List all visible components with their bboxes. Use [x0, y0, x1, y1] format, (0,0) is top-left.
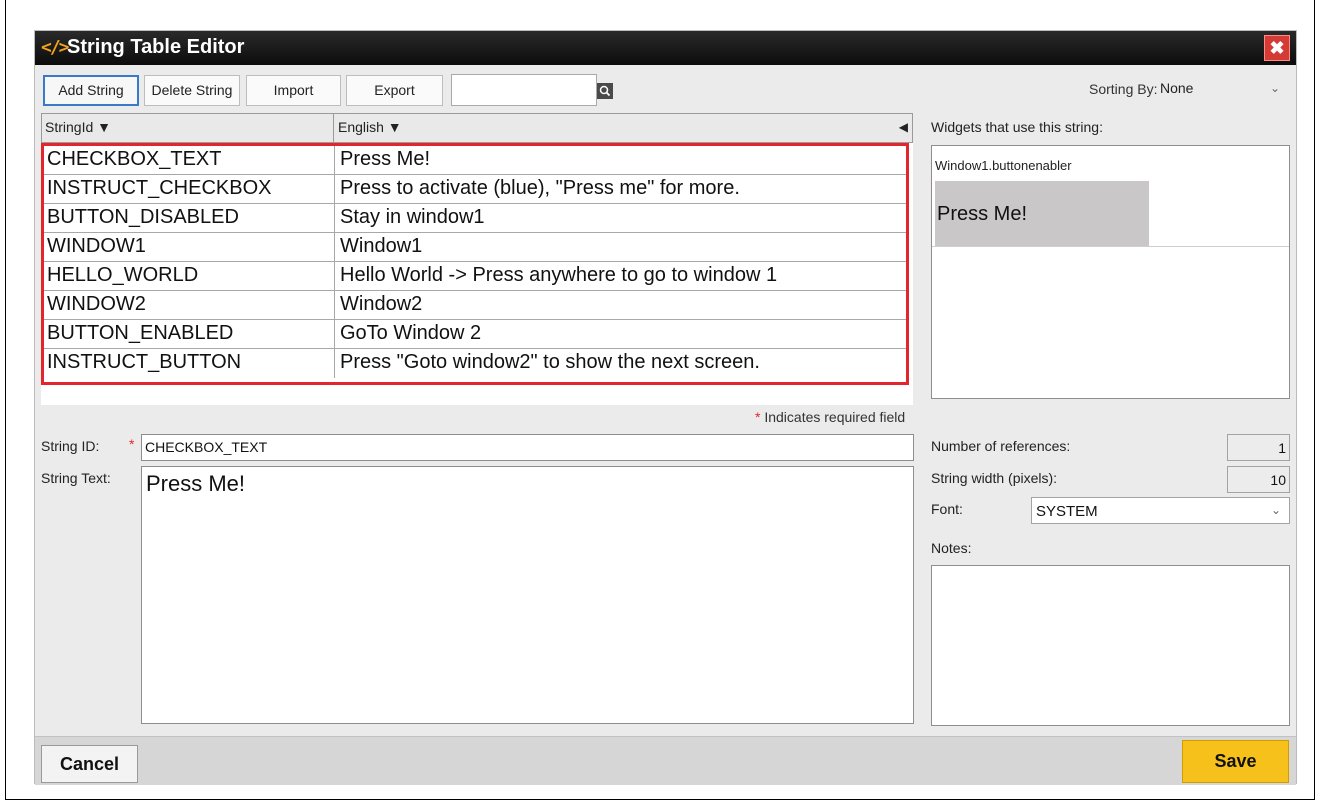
- close-button[interactable]: ✖: [1264, 35, 1290, 61]
- search-button[interactable]: [597, 83, 613, 99]
- import-button[interactable]: Import: [246, 75, 341, 106]
- font-value: SYSTEM: [1036, 503, 1098, 520]
- string-width-value: 10: [1227, 466, 1290, 493]
- cell-divider: [334, 262, 335, 291]
- row-english-text: GoTo Window 2: [340, 322, 482, 344]
- magnifier-icon: [599, 85, 611, 97]
- table-row[interactable]: BUTTON_DISABLED Stay in window1: [44, 204, 906, 233]
- row-english-text: Window1: [340, 235, 423, 257]
- delete-string-button[interactable]: Delete String: [144, 75, 240, 106]
- cell-divider: [334, 349, 335, 378]
- font-select[interactable]: SYSTEM ⌄: [1031, 497, 1290, 524]
- cell-divider: [334, 146, 335, 175]
- row-string-id: BUTTON_DISABLED: [47, 206, 239, 228]
- sort-label: Sorting By:: [1089, 81, 1158, 97]
- references-label: Number of references:: [931, 438, 1071, 454]
- string-id-input[interactable]: CHECKBOX_TEXT: [141, 434, 914, 461]
- table-row[interactable]: WINDOW1 Window1: [44, 233, 906, 262]
- chevron-down-icon: ⌄: [1270, 503, 1281, 517]
- table-row[interactable]: CHECKBOX_TEXT Press Me!: [44, 146, 906, 175]
- font-label: Font:: [931, 501, 963, 517]
- add-string-button[interactable]: Add String: [43, 75, 139, 106]
- widget-preview: Press Me!: [935, 181, 1149, 247]
- column-header-english[interactable]: English ▼: [338, 119, 402, 135]
- row-string-id: INSTRUCT_BUTTON: [47, 351, 242, 373]
- row-string-id: WINDOW1: [47, 235, 146, 257]
- table-row[interactable]: WINDOW2 Window2: [44, 291, 906, 320]
- cancel-button[interactable]: Cancel: [41, 745, 138, 783]
- cell-divider: [334, 175, 335, 204]
- required-field-note: * Indicates required field: [755, 409, 905, 425]
- string-id-label: String ID:: [41, 438, 100, 454]
- code-tag-icon: </>: [41, 37, 69, 58]
- string-table: StringId ▼ English ▼ ◀ CHECKBOX_TEXT Pres…: [41, 113, 913, 405]
- row-english-text: Hello World -> Press anywhere to go to w…: [340, 264, 778, 286]
- cell-divider: [334, 204, 335, 233]
- string-text-label: String Text:: [41, 470, 111, 486]
- notes-input[interactable]: [931, 565, 1290, 726]
- row-string-id: HELLO_WORLD: [47, 264, 199, 286]
- required-note-text: Indicates required field: [764, 409, 906, 425]
- dialog-title: String Table Editor: [67, 36, 245, 58]
- sort-value: None: [1160, 80, 1194, 96]
- widget-separator: [932, 246, 1289, 247]
- highlighted-rows: CHECKBOX_TEXT Press Me! INSTRUCT_CHECKBOX…: [41, 143, 909, 385]
- row-english-text: Press "Goto window2" to show the next sc…: [340, 351, 760, 373]
- row-english-text: Press Me!: [340, 148, 431, 170]
- column-header-stringid[interactable]: StringId ▼: [45, 119, 111, 135]
- collapse-arrow-icon[interactable]: ◀: [899, 120, 908, 134]
- references-value: 1: [1227, 434, 1290, 461]
- cell-divider: [334, 291, 335, 320]
- required-star: *: [129, 436, 135, 452]
- table-row[interactable]: BUTTON_ENABLED GoTo Window 2: [44, 320, 906, 349]
- required-star: *: [755, 409, 761, 425]
- row-english-text: Press to activate (blue), "Press me" for…: [340, 177, 740, 199]
- export-button[interactable]: Export: [346, 75, 443, 106]
- search-input[interactable]: [451, 74, 597, 106]
- string-width-label: String width (pixels):: [931, 470, 1058, 486]
- table-row[interactable]: INSTRUCT_BUTTON Press "Goto window2" to s…: [44, 349, 906, 378]
- row-string-id: WINDOW2: [47, 293, 146, 315]
- string-text-area[interactable]: Press Me!: [141, 466, 914, 724]
- widget-item-name[interactable]: Window1.buttonenabler: [935, 158, 1072, 173]
- string-table-editor-dialog: </> String Table Editor ✖ Add String Del…: [34, 30, 1297, 785]
- row-string-id: CHECKBOX_TEXT: [47, 148, 222, 170]
- widgets-label: Widgets that use this string:: [931, 119, 1103, 135]
- cell-divider: [334, 320, 335, 349]
- save-button[interactable]: Save: [1182, 740, 1289, 783]
- row-string-id: INSTRUCT_CHECKBOX: [47, 177, 272, 199]
- chevron-down-icon: ⌄: [1269, 81, 1280, 95]
- row-english-text: Window2: [340, 293, 423, 315]
- close-icon: ✖: [1269, 38, 1285, 58]
- row-english-text: Stay in window1: [340, 206, 485, 228]
- table-header: StringId ▼ English ▼ ◀: [41, 113, 913, 143]
- sort-select[interactable]: None ⌄: [1158, 77, 1288, 101]
- cell-divider: [334, 233, 335, 262]
- table-row[interactable]: INSTRUCT_CHECKBOX Press to activate (blue…: [44, 175, 906, 204]
- column-divider: [333, 114, 334, 142]
- title-bar: </> String Table Editor ✖: [35, 31, 1296, 65]
- notes-label: Notes:: [931, 540, 972, 556]
- row-string-id: BUTTON_ENABLED: [47, 322, 234, 344]
- table-row[interactable]: HELLO_WORLD Hello World -> Press anywhere…: [44, 262, 906, 291]
- widgets-list: Window1.buttonenabler Press Me!: [931, 145, 1290, 399]
- bottom-bar: Cancel Save: [35, 736, 1296, 785]
